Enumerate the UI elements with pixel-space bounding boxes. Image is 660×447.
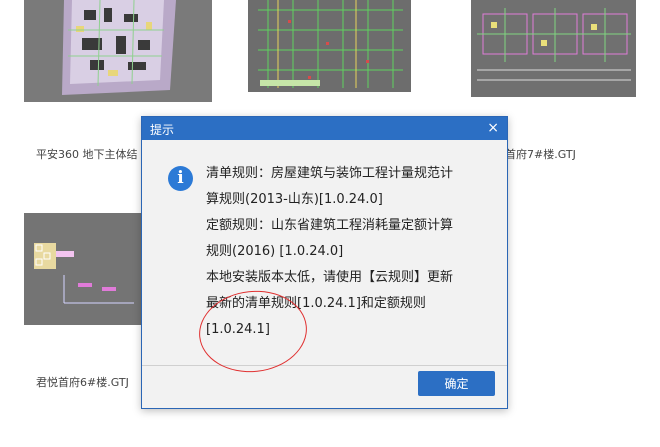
file-thumbnail-2[interactable]	[248, 0, 411, 92]
message-line: 本地安装版本太低，请使用【云规则】更新	[206, 270, 454, 285]
dialog-divider	[142, 365, 507, 366]
file-thumbnail-1[interactable]	[24, 0, 212, 102]
dialog-title: 提示	[150, 123, 175, 137]
prompt-dialog: 提示 × i 清单规则：房屋建筑与装饰工程计量规范计 算规则(2013-山东)[…	[141, 116, 508, 409]
file-name-4[interactable]: 君悦首府6#楼.GTJ	[36, 374, 129, 390]
drawing-preview-2	[248, 0, 411, 92]
file-name-3[interactable]: 首府7#楼.GTJ	[505, 146, 576, 162]
file-thumbnail-3[interactable]	[471, 0, 636, 97]
drawing-preview-3	[471, 0, 636, 97]
dialog-titlebar[interactable]: 提示 ×	[142, 117, 507, 140]
message-line: 清单规则：房屋建筑与装饰工程计量规范计	[206, 166, 454, 181]
message-line: [1.0.24.1]	[206, 322, 270, 337]
file-thumbnail-4[interactable]	[24, 213, 144, 325]
message-line: 规则(2016) [1.0.24.0]	[206, 244, 344, 259]
dialog-message: 清单规则：房屋建筑与装饰工程计量规范计 算规则(2013-山东)[1.0.24.…	[206, 161, 496, 343]
drawing-preview-4	[24, 213, 144, 325]
close-icon[interactable]: ×	[487, 120, 499, 136]
info-icon: i	[168, 166, 193, 191]
message-line: 算规则(2013-山东)[1.0.24.0]	[206, 192, 383, 207]
message-line: 定额规则：山东省建筑工程消耗量定额计算	[206, 218, 454, 233]
file-name-1[interactable]: 平安360 地下主体结	[36, 146, 138, 162]
ok-button[interactable]: 确定	[418, 371, 495, 396]
message-line: 最新的清单规则[1.0.24.1]和定额规则	[206, 296, 426, 311]
drawing-preview-1	[24, 0, 212, 102]
